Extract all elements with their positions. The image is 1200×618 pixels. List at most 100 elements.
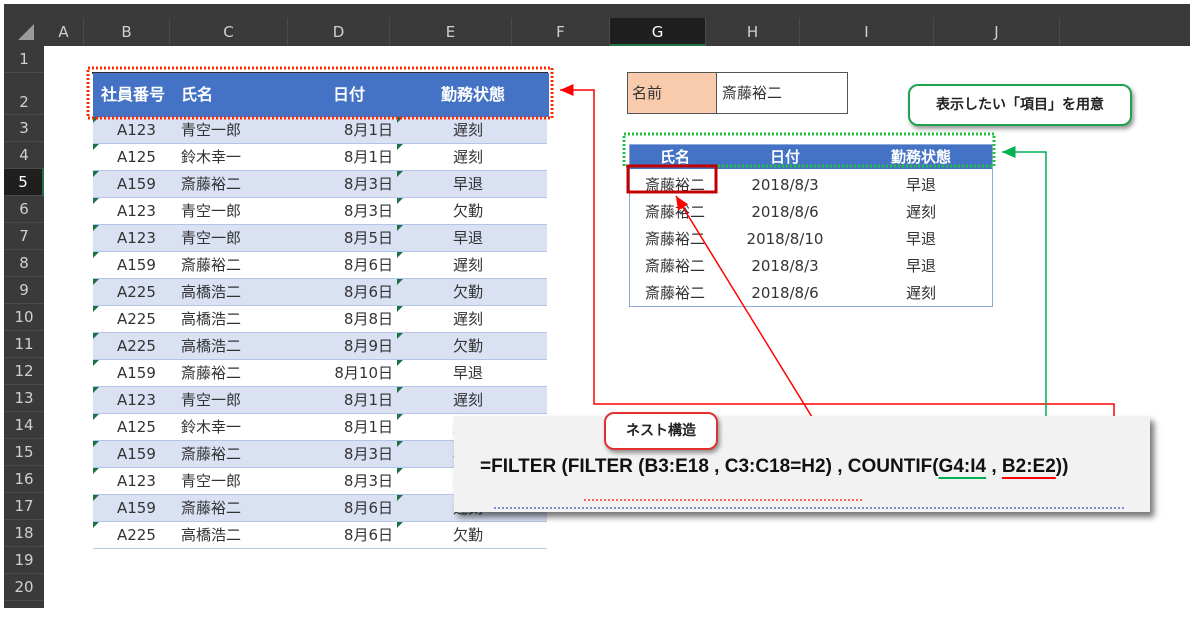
- employee-id-cell[interactable]: A159: [117, 360, 177, 387]
- select-all-corner[interactable]: [4, 18, 44, 46]
- employee-id-cell[interactable]: A225: [117, 522, 177, 549]
- row-header-2[interactable]: 2: [4, 73, 44, 115]
- date-cell[interactable]: 8月9日: [293, 333, 393, 360]
- row-header-8[interactable]: 8: [4, 250, 44, 277]
- employee-id-cell[interactable]: A123: [117, 387, 177, 414]
- row-header-11[interactable]: 11: [4, 331, 44, 358]
- date-cell[interactable]: 8月1日: [293, 117, 393, 144]
- employee-id-cell[interactable]: A225: [117, 306, 177, 333]
- date-cell[interactable]: 8月1日: [293, 414, 393, 441]
- name-value-cell[interactable]: 斎藤裕二: [716, 72, 848, 114]
- header-status[interactable]: 勤務状態: [441, 73, 505, 117]
- name-cell[interactable]: 青空一郎: [181, 117, 291, 144]
- result-status-cell[interactable]: 遅刻: [850, 280, 992, 307]
- result-name-cell[interactable]: 斎藤裕二: [630, 226, 720, 253]
- name-cell[interactable]: 斎藤裕二: [181, 360, 291, 387]
- status-cell[interactable]: 欠勤: [433, 333, 503, 360]
- row-header-4[interactable]: 4: [4, 142, 44, 169]
- row-header-7[interactable]: 7: [4, 223, 44, 250]
- date-cell[interactable]: 8月6日: [293, 495, 393, 522]
- date-cell[interactable]: 8月6日: [293, 522, 393, 549]
- date-cell[interactable]: 8月10日: [293, 360, 393, 387]
- name-label-cell[interactable]: 名前: [627, 72, 717, 114]
- status-cell[interactable]: 早退: [433, 225, 503, 252]
- row-header-12[interactable]: 12: [4, 358, 44, 385]
- formula-text[interactable]: =FILTER (FILTER (B3:E18 , C3:C18=H2) , C…: [480, 456, 1068, 478]
- status-cell[interactable]: 遅刻: [433, 387, 503, 414]
- employee-id-cell[interactable]: A159: [117, 252, 177, 279]
- result-name-cell[interactable]: 斎藤裕二: [630, 280, 720, 307]
- name-cell[interactable]: 高橋浩二: [181, 333, 291, 360]
- date-cell[interactable]: 8月3日: [293, 468, 393, 495]
- name-cell[interactable]: 高橋浩二: [181, 306, 291, 333]
- row-header-19[interactable]: 19: [4, 547, 44, 574]
- date-cell[interactable]: 8月3日: [293, 171, 393, 198]
- employee-id-cell[interactable]: A123: [117, 117, 177, 144]
- result-name-cell[interactable]: 斎藤裕二: [630, 253, 720, 280]
- header-name[interactable]: 氏名: [181, 73, 213, 117]
- name-cell[interactable]: 青空一郎: [181, 387, 291, 414]
- name-cell[interactable]: 青空一郎: [181, 198, 291, 225]
- date-cell[interactable]: 8月3日: [293, 441, 393, 468]
- name-cell[interactable]: 高橋浩二: [181, 279, 291, 306]
- date-cell[interactable]: 8月3日: [293, 198, 393, 225]
- row-header-16[interactable]: 16: [4, 466, 44, 493]
- row-header-9[interactable]: 9: [4, 277, 44, 304]
- result-date-cell[interactable]: 2018/8/10: [720, 226, 850, 253]
- column-header-b[interactable]: B: [84, 18, 170, 46]
- employee-id-cell[interactable]: A159: [117, 495, 177, 522]
- result-header-name[interactable]: 氏名: [630, 145, 720, 169]
- status-cell[interactable]: 早退: [433, 171, 503, 198]
- row-header-3[interactable]: 3: [4, 115, 44, 142]
- employee-id-cell[interactable]: A123: [117, 225, 177, 252]
- header-employee-id[interactable]: 社員番号: [101, 73, 165, 117]
- status-cell[interactable]: 遅刻: [433, 117, 503, 144]
- name-cell[interactable]: 斎藤裕二: [181, 441, 291, 468]
- column-header-g[interactable]: G: [610, 18, 706, 46]
- result-date-cell[interactable]: 2018/8/6: [720, 199, 850, 226]
- employee-id-cell[interactable]: A123: [117, 468, 177, 495]
- column-header-e[interactable]: E: [390, 18, 512, 46]
- name-cell[interactable]: 青空一郎: [181, 468, 291, 495]
- name-cell[interactable]: 青空一郎: [181, 225, 291, 252]
- date-cell[interactable]: 8月8日: [293, 306, 393, 333]
- row-header-13[interactable]: 13: [4, 385, 44, 412]
- employee-id-cell[interactable]: A159: [117, 441, 177, 468]
- column-header-h[interactable]: H: [706, 18, 800, 46]
- name-cell[interactable]: 斎藤裕二: [181, 252, 291, 279]
- column-header-j[interactable]: J: [934, 18, 1060, 46]
- result-status-cell[interactable]: 早退: [850, 172, 992, 199]
- employee-id-cell[interactable]: A125: [117, 144, 177, 171]
- result-status-cell[interactable]: 早退: [850, 226, 992, 253]
- column-header-d[interactable]: D: [288, 18, 390, 46]
- column-header-c[interactable]: C: [170, 18, 288, 46]
- row-header-5[interactable]: 5: [4, 169, 44, 196]
- header-date[interactable]: 日付: [333, 73, 365, 117]
- row-header-18[interactable]: 18: [4, 520, 44, 547]
- date-cell[interactable]: 8月1日: [293, 387, 393, 414]
- result-status-cell[interactable]: 早退: [850, 253, 992, 280]
- result-date-cell[interactable]: 2018/8/6: [720, 280, 850, 307]
- status-cell[interactable]: 遅刻: [433, 306, 503, 333]
- employee-id-cell[interactable]: A125: [117, 414, 177, 441]
- row-header-20[interactable]: 20: [4, 574, 44, 601]
- result-name-cell[interactable]: 斎藤裕二: [630, 172, 720, 199]
- result-name-cell[interactable]: 斎藤裕二: [630, 199, 720, 226]
- employee-id-cell[interactable]: A225: [117, 333, 177, 360]
- result-header-date[interactable]: 日付: [720, 145, 850, 169]
- row-header-6[interactable]: 6: [4, 196, 44, 223]
- row-header-1[interactable]: 1: [4, 46, 44, 73]
- result-header-status[interactable]: 勤務状態: [850, 145, 992, 169]
- date-cell[interactable]: 8月6日: [293, 279, 393, 306]
- row-header-15[interactable]: 15: [4, 439, 44, 466]
- status-cell[interactable]: 遅刻: [433, 252, 503, 279]
- employee-id-cell[interactable]: A123: [117, 198, 177, 225]
- result-date-cell[interactable]: 2018/8/3: [720, 172, 850, 199]
- result-date-cell[interactable]: 2018/8/3: [720, 253, 850, 280]
- row-header-17[interactable]: 17: [4, 493, 44, 520]
- employee-id-cell[interactable]: A159: [117, 171, 177, 198]
- name-cell[interactable]: 斎藤裕二: [181, 171, 291, 198]
- column-header-f[interactable]: F: [512, 18, 610, 46]
- name-cell[interactable]: 鈴木幸一: [181, 144, 291, 171]
- employee-id-cell[interactable]: A225: [117, 279, 177, 306]
